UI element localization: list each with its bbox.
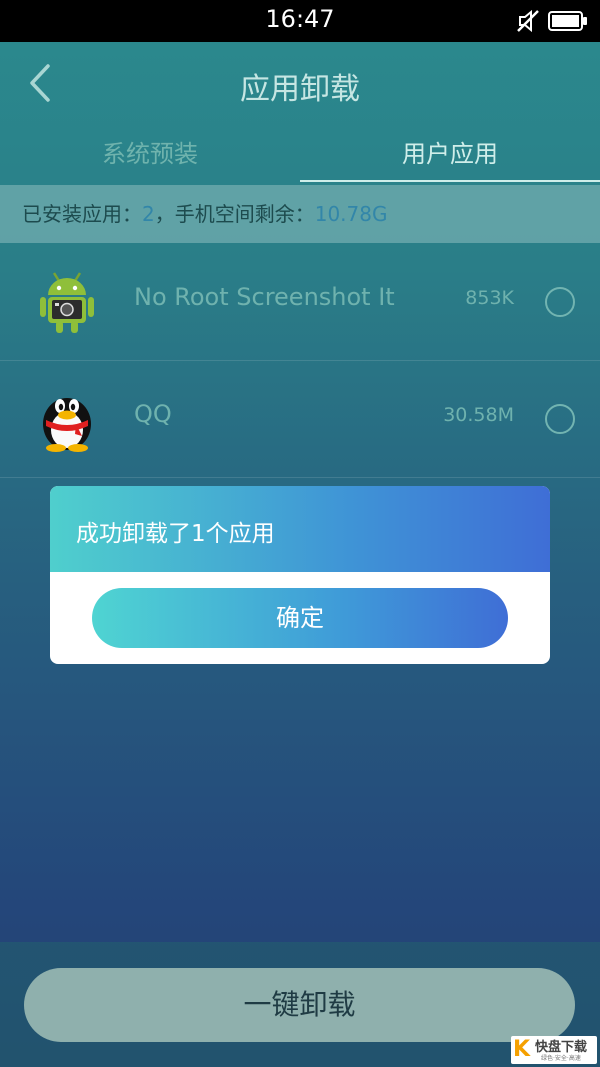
- dialog-header: 成功卸载了1个应用: [50, 486, 550, 572]
- uninstall-result-dialog: 成功卸载了1个应用 确定: [50, 486, 550, 664]
- status-bar: 16:47: [0, 0, 600, 42]
- free-space-label: ，手机空间剩余：: [154, 202, 315, 226]
- app-name: No Root Screenshot It: [134, 283, 395, 311]
- watermark-logo: K 快盘下载 绿色·安全·高速: [511, 1036, 597, 1064]
- confirm-button[interactable]: 确定: [92, 588, 508, 648]
- installed-label: 已安装应用：: [22, 202, 142, 226]
- status-time: 16:47: [265, 5, 335, 33]
- installed-count: 2: [142, 202, 155, 226]
- title-bar: 应用卸载: [0, 42, 600, 124]
- watermark-k-icon: K: [513, 1037, 531, 1062]
- mute-icon: [517, 9, 539, 33]
- app-size: 853K: [465, 287, 514, 309]
- tab-selected-indicator: [300, 180, 600, 182]
- android-icon: [40, 272, 94, 333]
- qq-penguin-icon: [43, 398, 91, 452]
- app-size: 30.58M: [443, 404, 514, 426]
- tab-bar: 系统预装 用户应用: [0, 128, 600, 184]
- uninstall-all-button[interactable]: 一键卸载: [24, 968, 575, 1042]
- free-space-value: 10.78G: [314, 202, 388, 226]
- app-name: QQ: [134, 400, 172, 428]
- app-screen: 16:47 应用卸载 系统预装 用户应用 已安装应用：2，手机空间剩余：10.7…: [0, 0, 600, 1067]
- page-title: 应用卸载: [240, 72, 360, 107]
- app-select-radio[interactable]: [545, 404, 575, 434]
- tab-user-apps[interactable]: 用户应用: [300, 128, 600, 180]
- tab-system-preinstalled[interactable]: 系统预装: [0, 128, 300, 180]
- app-list-item[interactable]: QQ 30.58M: [0, 360, 600, 478]
- app-select-radio[interactable]: [545, 287, 575, 317]
- storage-info-bar: 已安装应用：2，手机空间剩余：10.78G: [0, 185, 600, 243]
- dialog-message: 成功卸载了1个应用: [76, 521, 275, 547]
- watermark-tagline: 绿色·安全·高速: [541, 1055, 581, 1062]
- app-list-item[interactable]: No Root Screenshot It 853K: [0, 243, 600, 361]
- battery-icon: [548, 11, 587, 31]
